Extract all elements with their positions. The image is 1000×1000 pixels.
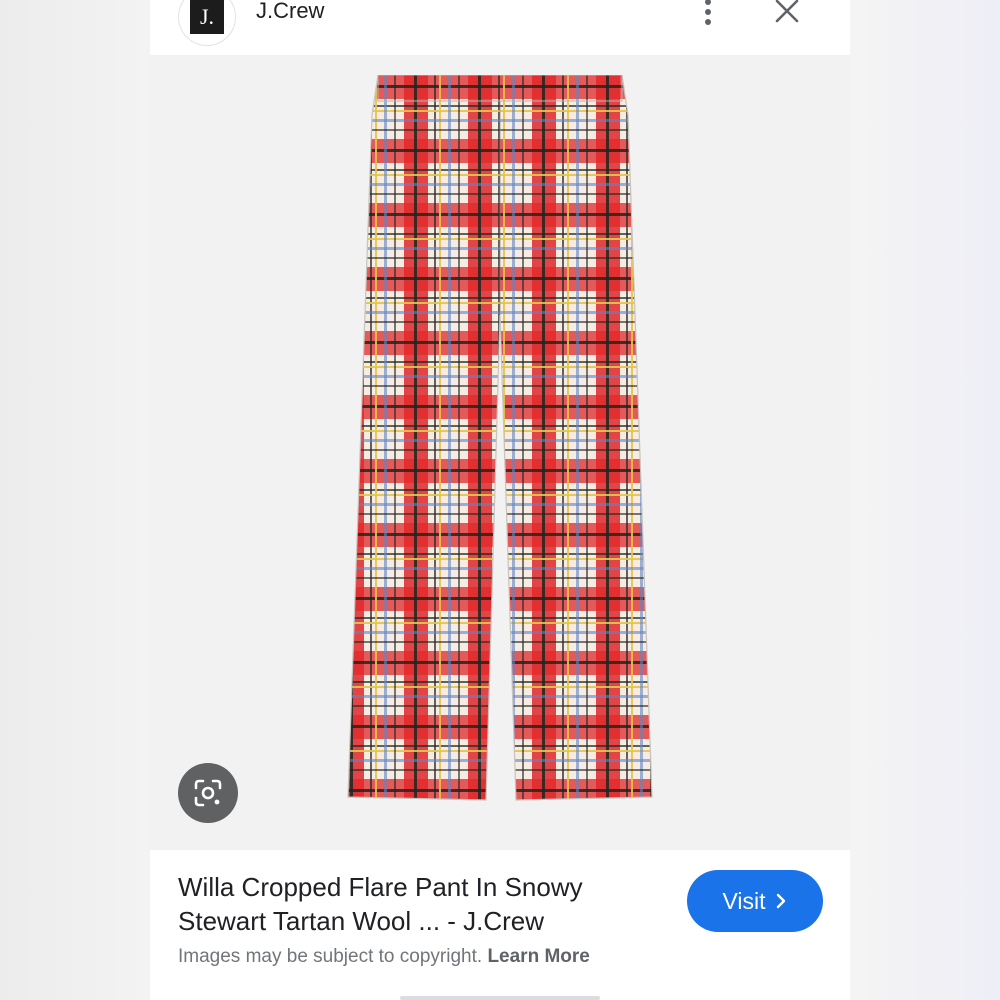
result-title[interactable]: Willa Cropped Flare Pant In Snowy Stewar… [178,870,648,938]
result-info: Willa Cropped Flare Pant In Snowy Stewar… [150,850,850,1000]
chevron-right-icon [776,893,785,909]
divider [400,996,600,1000]
product-image[interactable] [150,55,850,850]
visit-button-label: Visit [722,887,766,914]
plaid-pants-image [347,75,653,801]
image-viewer-sheet: J. J.Crew Willa Cropped Flare Pant In Sn… [150,0,850,1000]
copyright-notice: Images may be subject to copyright. Lear… [178,946,590,968]
site-logo[interactable]: J. [178,0,236,46]
site-logo-mark: J. [190,0,224,34]
visit-button[interactable]: Visit [687,870,823,932]
close-icon[interactable] [772,0,802,26]
left-background [0,0,150,1000]
learn-more-link[interactable]: Learn More [487,946,589,967]
copyright-text: Images may be subject to copyright. [178,946,483,967]
google-lens-icon[interactable] [178,763,238,823]
site-name[interactable]: J.Crew [256,0,324,24]
right-background [850,0,1000,1000]
more-vertical-icon[interactable] [698,0,718,30]
viewer-header: J. J.Crew [150,0,850,55]
